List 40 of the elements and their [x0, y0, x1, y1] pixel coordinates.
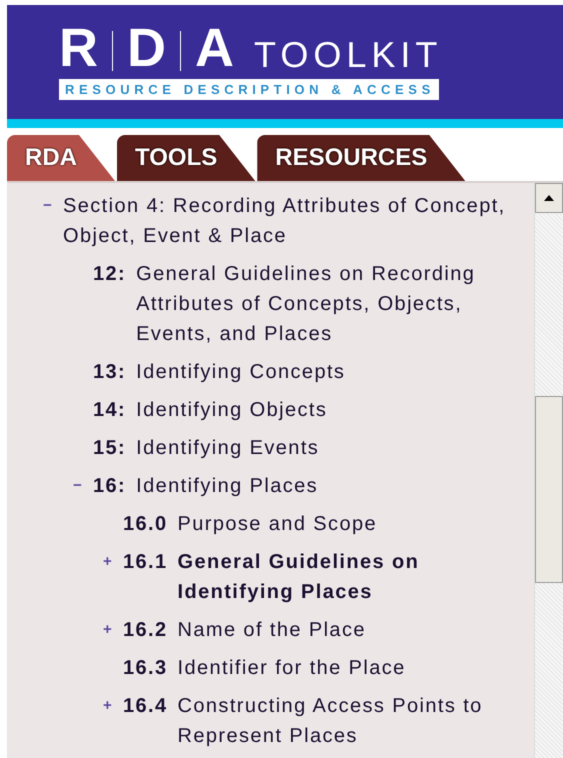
section-number: 12:: [93, 262, 126, 287]
section-number: 16.2: [123, 618, 168, 643]
section-number: 16.1: [123, 550, 168, 575]
toggle-button[interactable]: −: [73, 471, 93, 501]
section-number: 16.3: [123, 656, 168, 681]
logo-letter: D: [127, 25, 166, 71]
tab[interactable]: TOOLS: [117, 135, 256, 181]
tree-item[interactable]: General Guidelines on Identifying Places: [178, 547, 534, 607]
tree-item[interactable]: Identifying Events: [136, 433, 534, 463]
logo-tagline: RESOURCE DESCRIPTION & ACCESS: [59, 79, 439, 100]
logo-word: TOOLKIT: [254, 39, 442, 71]
logo-letter: R: [59, 25, 98, 71]
tree-item[interactable]: Purpose and Scope: [178, 509, 534, 539]
toggle-button[interactable]: +: [103, 547, 123, 577]
toggle-button[interactable]: +: [103, 691, 123, 721]
scroll-thumb[interactable]: [535, 396, 563, 583]
scroll-up-button[interactable]: [535, 183, 563, 213]
section-number: 16:: [93, 474, 126, 499]
tree-item[interactable]: Section 4: Recording Attributes of Concept, Object, Event & Place: [63, 191, 534, 251]
logo-letter: A: [195, 25, 234, 71]
tree-item[interactable]: Identifier for the Place: [178, 653, 534, 683]
tree-item[interactable]: General Guidelines on Recording Attributes of Concepts, Objects, Events, and Places: [136, 259, 534, 349]
tree-item[interactable]: Identifying Objects: [136, 395, 534, 425]
logo-divider: [180, 31, 181, 71]
tree-item[interactable]: Constructing Access Points to Represent Places: [178, 691, 534, 751]
tree-item[interactable]: Identifying Places: [136, 471, 534, 501]
tab[interactable]: RDA: [7, 135, 115, 181]
section-number: 14:: [93, 398, 126, 423]
toggle-button[interactable]: −: [43, 191, 63, 221]
section-number: 16.4: [123, 694, 168, 719]
up-arrow-icon: [544, 195, 554, 201]
tree-item[interactable]: Name of the Place: [178, 615, 534, 645]
tree-item[interactable]: Identifying Concepts: [136, 357, 534, 387]
logo-divider: [112, 31, 113, 71]
scrollbar[interactable]: [534, 183, 563, 758]
section-number: 16.0: [123, 512, 168, 537]
section-number: 13:: [93, 360, 126, 385]
tab[interactable]: RESOURCES: [257, 135, 466, 181]
section-number: 15:: [93, 436, 126, 461]
toggle-button[interactable]: +: [103, 615, 123, 645]
